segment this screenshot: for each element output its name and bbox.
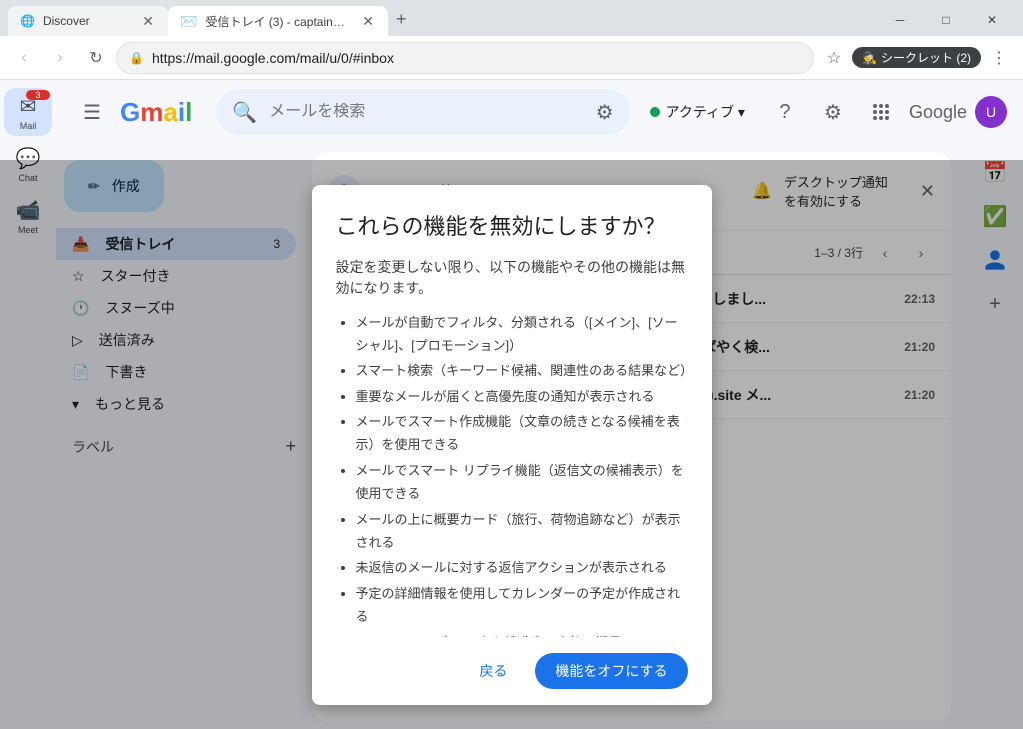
- icon-strip-mail[interactable]: ✉ Mail: [4, 88, 52, 136]
- modal-cancel-button[interactable]: 戻る: [463, 653, 523, 689]
- tab-title-gmail: 受信トレイ (3) - captain@...: [205, 13, 352, 30]
- tab-close-discover[interactable]: ✕: [140, 11, 156, 32]
- list-item: メールの上に概要カード（旅行、荷物追跡など）が表示される: [356, 508, 688, 555]
- address-text: https://mail.google.com/mail/u/0/#inbox: [152, 50, 801, 66]
- modal-features-list: メールが自動でフィルタ、分類される（[メイン]、[ソーシャル]、[プロモーション…: [336, 311, 688, 637]
- window-controls: ─ □ ✕: [877, 6, 1015, 34]
- list-item: メールでスマート リプライ機能（返信文の候補表示）を使用できる: [356, 459, 688, 506]
- search-input[interactable]: [269, 103, 583, 121]
- address-bar[interactable]: 🔒 https://mail.google.com/mail/u/0/#inbo…: [116, 42, 814, 74]
- modal-title: これらの機能を無効にしますか？: [312, 185, 712, 257]
- tab-title-discover: Discover: [43, 14, 132, 28]
- modal-body: 設定を変更しない限り、以下の機能やその他の機能は無効になります。 メールが自動で…: [312, 257, 712, 637]
- chrome-tab-gmail[interactable]: ✉️ 受信トレイ (3) - captain@... ✕: [168, 6, 388, 36]
- list-item: 重要なメールが届くと高優先度の通知が表示される: [356, 385, 688, 408]
- tab-favicon-discover: 🌐: [20, 14, 35, 28]
- search-icon: 🔍: [232, 100, 257, 125]
- incognito-icon: 🕵: [862, 51, 877, 65]
- tab-favicon-gmail: ✉️: [180, 13, 197, 30]
- incognito-badge: 🕵 シークレット (2): [852, 47, 981, 68]
- list-item: 予定の詳細情報を使用してカレンダーの予定が作成される: [356, 582, 688, 629]
- gmail-logo: Gmail: [120, 97, 192, 128]
- mail-label: Mail: [20, 121, 37, 131]
- gmail-logo-m: Gmail: [120, 97, 192, 128]
- apps-grid-icon: [871, 102, 891, 122]
- chrome-tab-discover[interactable]: 🌐 Discover ✕: [8, 6, 168, 36]
- search-filter-button[interactable]: ⚙: [596, 100, 614, 125]
- tab-close-gmail[interactable]: ✕: [360, 11, 376, 32]
- chrome-toolbar: ‹ › ↻ 🔒 https://mail.google.com/mail/u/0…: [0, 36, 1023, 80]
- bookmark-button[interactable]: ☆: [818, 42, 850, 74]
- status-button[interactable]: アクティブ ▾: [638, 96, 757, 128]
- reload-button[interactable]: ↻: [80, 42, 112, 74]
- status-dot: [650, 107, 660, 117]
- gmail-top-bar: ☰ Gmail 🔍 ⚙ アクティブ ▾ ?: [56, 80, 1023, 144]
- modal-description: 設定を変更しない限り、以下の機能やその他の機能は無効になります。: [336, 257, 688, 299]
- lock-icon: 🔒: [129, 51, 144, 65]
- new-tab-button[interactable]: +: [388, 5, 415, 34]
- avatar[interactable]: U: [975, 96, 1007, 128]
- chrome-tabs-bar: 🌐 Discover ✕ ✉️ 受信トレイ (3) - captain@... …: [0, 0, 1023, 36]
- list-item: スマート検索（キーワード候補、関連性のある結果など）: [356, 359, 688, 382]
- mail-icon: ✉: [20, 94, 37, 119]
- back-button[interactable]: ‹: [8, 42, 40, 74]
- help-button[interactable]: ?: [765, 92, 805, 132]
- status-label: アクティブ ▾: [666, 102, 745, 122]
- close-button[interactable]: ✕: [969, 6, 1015, 34]
- list-item: メールでスマート作成機能（文章の続きとなる候補を表示）を使用できる: [356, 410, 688, 457]
- apps-button[interactable]: [861, 92, 901, 132]
- minimize-button[interactable]: ─: [877, 6, 923, 34]
- search-bar[interactable]: 🔍 ⚙: [216, 89, 629, 135]
- list-item: 未返信のメールに対する返信アクションが表示される: [356, 556, 688, 579]
- disable-features-modal: これらの機能を無効にしますか？ 設定を変更しない限り、以下の機能やその他の機能は…: [312, 185, 712, 705]
- maximize-button[interactable]: □: [923, 6, 969, 34]
- header-actions: アクティブ ▾ ? ⚙ Google U: [638, 92, 1007, 132]
- list-item: メールが自動でフィルタ、分類される（[メイン]、[ソーシャル]、[プロモーション…: [356, 311, 688, 358]
- chrome-menu-button[interactable]: ⋮: [983, 42, 1015, 74]
- forward-button[interactable]: ›: [44, 42, 76, 74]
- toolbar-actions: ☆ 🕵 シークレット (2) ⋮: [818, 42, 1015, 74]
- modal-confirm-button[interactable]: 機能をオフにする: [535, 653, 687, 689]
- settings-button[interactable]: ⚙: [813, 92, 853, 132]
- modal-footer: 戻る 機能をオフにする: [312, 637, 712, 705]
- hamburger-button[interactable]: ☰: [72, 92, 112, 132]
- incognito-label: シークレット (2): [881, 49, 971, 66]
- chrome-browser: 🌐 Discover ✕ ✉️ 受信トレイ (3) - captain@... …: [0, 0, 1023, 729]
- modal-overlay: これらの機能を無効にしますか？ 設定を変更しない限り、以下の機能やその他の機能は…: [0, 160, 1023, 729]
- google-logo: Google: [909, 102, 967, 123]
